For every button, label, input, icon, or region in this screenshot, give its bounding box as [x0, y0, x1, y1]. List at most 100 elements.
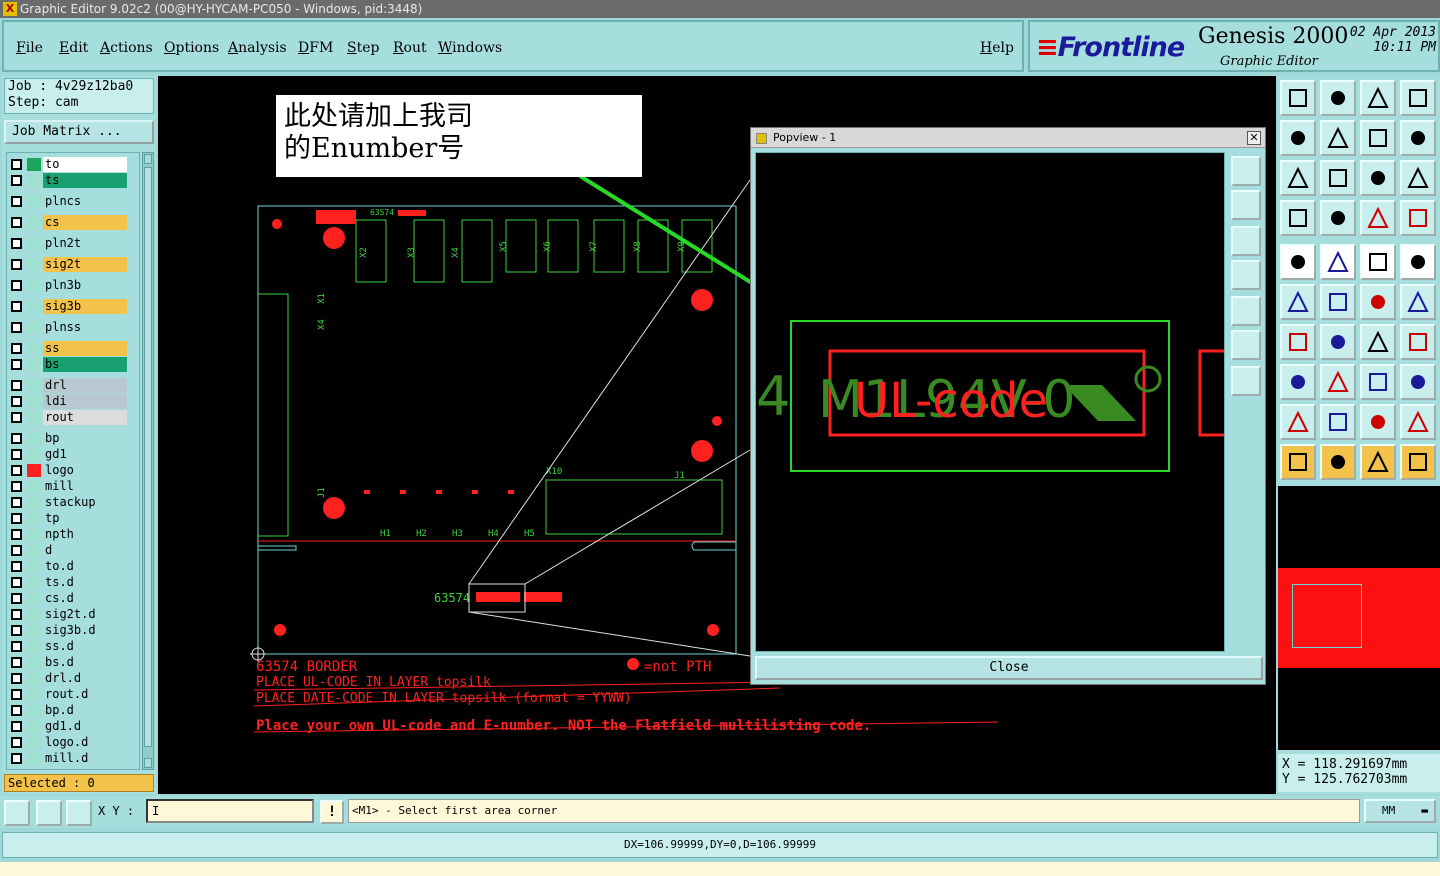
- layer-checkbox[interactable]: [11, 175, 22, 186]
- popview-tool-5[interactable]: [1231, 296, 1261, 326]
- scale-1-2-icon[interactable]: [1360, 160, 1396, 196]
- layer-checkbox[interactable]: [11, 497, 22, 508]
- layer-color-swatch[interactable]: [27, 300, 41, 313]
- layer-color-swatch[interactable]: [27, 608, 41, 621]
- layer-name[interactable]: drl: [43, 378, 127, 393]
- layer-row-sig3b-d[interactable]: sig3b.d: [9, 623, 129, 638]
- menu-help[interactable]: Help: [980, 40, 1014, 56]
- layer-row-ts-d[interactable]: ts.d: [9, 575, 129, 590]
- layer-row-bs[interactable]: bs: [9, 357, 129, 372]
- layer-color-swatch[interactable]: [27, 395, 41, 408]
- layer-color-swatch[interactable]: [27, 279, 41, 292]
- prev-step-icon[interactable]: [1280, 120, 1316, 156]
- layer-checkbox[interactable]: [11, 301, 22, 312]
- layer-color-swatch[interactable]: [27, 704, 41, 717]
- menu-step[interactable]: Step: [347, 40, 379, 56]
- layer-checkbox[interactable]: [11, 673, 22, 684]
- layer-color-swatch[interactable]: [27, 480, 41, 493]
- home-icon[interactable]: [1360, 80, 1396, 116]
- next-step-icon[interactable]: [1320, 120, 1356, 156]
- popview-tool-1[interactable]: [1231, 156, 1261, 186]
- popview-close-icon[interactable]: ✕: [1247, 131, 1261, 145]
- select-nets-icon[interactable]: [1400, 200, 1436, 236]
- route-icon[interactable]: [1400, 444, 1436, 480]
- layer-name[interactable]: pln2t: [43, 236, 127, 251]
- layer-color-swatch[interactable]: [27, 576, 41, 589]
- layer-name[interactable]: ts.d: [43, 575, 127, 590]
- layer-row-mill[interactable]: mill: [9, 479, 129, 494]
- popview-tool-3[interactable]: [1231, 226, 1261, 256]
- measure-tool-icon[interactable]: [1280, 200, 1316, 236]
- layer-name[interactable]: ldi: [43, 394, 127, 409]
- menu-file[interactable]: File: [16, 40, 43, 56]
- layer-checkbox[interactable]: [11, 657, 22, 668]
- pointer-highlight-icon[interactable]: [1360, 444, 1396, 480]
- layer-name[interactable]: bs.d: [43, 655, 127, 670]
- layer-name[interactable]: pln3b: [43, 278, 127, 293]
- connect-icon[interactable]: [1280, 284, 1316, 320]
- overview-map[interactable]: [1278, 486, 1440, 750]
- zoom-area-icon[interactable]: [4, 800, 30, 826]
- layer-color-swatch[interactable]: [27, 379, 41, 392]
- layer-row-rout[interactable]: rout: [9, 410, 129, 425]
- add-pad-icon[interactable]: [1280, 244, 1316, 280]
- layer-row-cs-d[interactable]: cs.d: [9, 591, 129, 606]
- ruler-icon[interactable]: [1360, 244, 1396, 280]
- layer-name[interactable]: drl.d: [43, 671, 127, 686]
- layer-color-swatch[interactable]: [27, 528, 41, 541]
- layer-name[interactable]: rout.d: [43, 687, 127, 702]
- layer-color-swatch[interactable]: [27, 672, 41, 685]
- layer-name[interactable]: gd1.d: [43, 719, 127, 734]
- layer-name[interactable]: bp.d: [43, 703, 127, 718]
- layer-checkbox[interactable]: [11, 577, 22, 588]
- layer-row-stackup[interactable]: stackup: [9, 495, 129, 510]
- layer-name[interactable]: tp: [43, 511, 127, 526]
- pad-add-icon[interactable]: [1280, 364, 1316, 400]
- layer-row-bp-d[interactable]: bp.d: [9, 703, 129, 718]
- layer-row-tp[interactable]: tp: [9, 511, 129, 526]
- job-matrix-button[interactable]: Job Matrix ...: [4, 120, 154, 144]
- layer-name[interactable]: sig3b: [43, 299, 127, 314]
- layer-row-gd1[interactable]: gd1: [9, 447, 129, 462]
- menu-analysis[interactable]: Analysis: [228, 40, 287, 56]
- layer-color-swatch[interactable]: [27, 512, 41, 525]
- layer-row-bs-d[interactable]: bs.d: [9, 655, 129, 670]
- layer-name[interactable]: mill.d: [43, 751, 127, 766]
- pointer-box-icon[interactable]: [1320, 444, 1356, 480]
- copy-icon[interactable]: [1400, 284, 1436, 320]
- layer-name[interactable]: bp: [43, 431, 127, 446]
- minus-icon[interactable]: [1320, 364, 1356, 400]
- text-icon[interactable]: [1400, 324, 1436, 360]
- swap-icon[interactable]: [1400, 120, 1436, 156]
- layer-checkbox[interactable]: [11, 280, 22, 291]
- layer-name[interactable]: to.d: [43, 559, 127, 574]
- layer-checkbox[interactable]: [11, 625, 22, 636]
- layer-color-swatch[interactable]: [27, 720, 41, 733]
- dimension-icon[interactable]: [1360, 364, 1396, 400]
- open-job-icon[interactable]: [1280, 80, 1316, 116]
- layer-checkbox[interactable]: [11, 259, 22, 270]
- layer-row-ss[interactable]: ss: [9, 341, 129, 356]
- layer-checkbox[interactable]: [11, 481, 22, 492]
- layer-row-pln2t[interactable]: pln2t: [9, 236, 129, 251]
- layer-checkbox[interactable]: [11, 737, 22, 748]
- layer-name[interactable]: gd1: [43, 447, 127, 462]
- layer-checkbox[interactable]: [11, 159, 22, 170]
- layer-checkbox[interactable]: [11, 689, 22, 700]
- layer-color-swatch[interactable]: [27, 174, 41, 187]
- layer-name[interactable]: cs.d: [43, 591, 127, 606]
- layer-color-swatch[interactable]: [27, 496, 41, 509]
- layer-name[interactable]: rout: [43, 410, 127, 425]
- scroll-down-arrow[interactable]: [144, 758, 152, 768]
- save-job-icon[interactable]: [1320, 80, 1356, 116]
- layer-name[interactable]: sig2t.d: [43, 607, 127, 622]
- layer-name[interactable]: ss: [43, 341, 127, 356]
- layer-row-drl-d[interactable]: drl.d: [9, 671, 129, 686]
- layer-name[interactable]: logo: [43, 463, 127, 478]
- layer-row-logo[interactable]: logo: [9, 463, 129, 478]
- triangle-4-icon[interactable]: [1400, 404, 1436, 440]
- layer-color-swatch[interactable]: [27, 321, 41, 334]
- layer-color-swatch[interactable]: [27, 448, 41, 461]
- layer-name[interactable]: ss.d: [43, 639, 127, 654]
- layer-color-swatch[interactable]: [27, 640, 41, 653]
